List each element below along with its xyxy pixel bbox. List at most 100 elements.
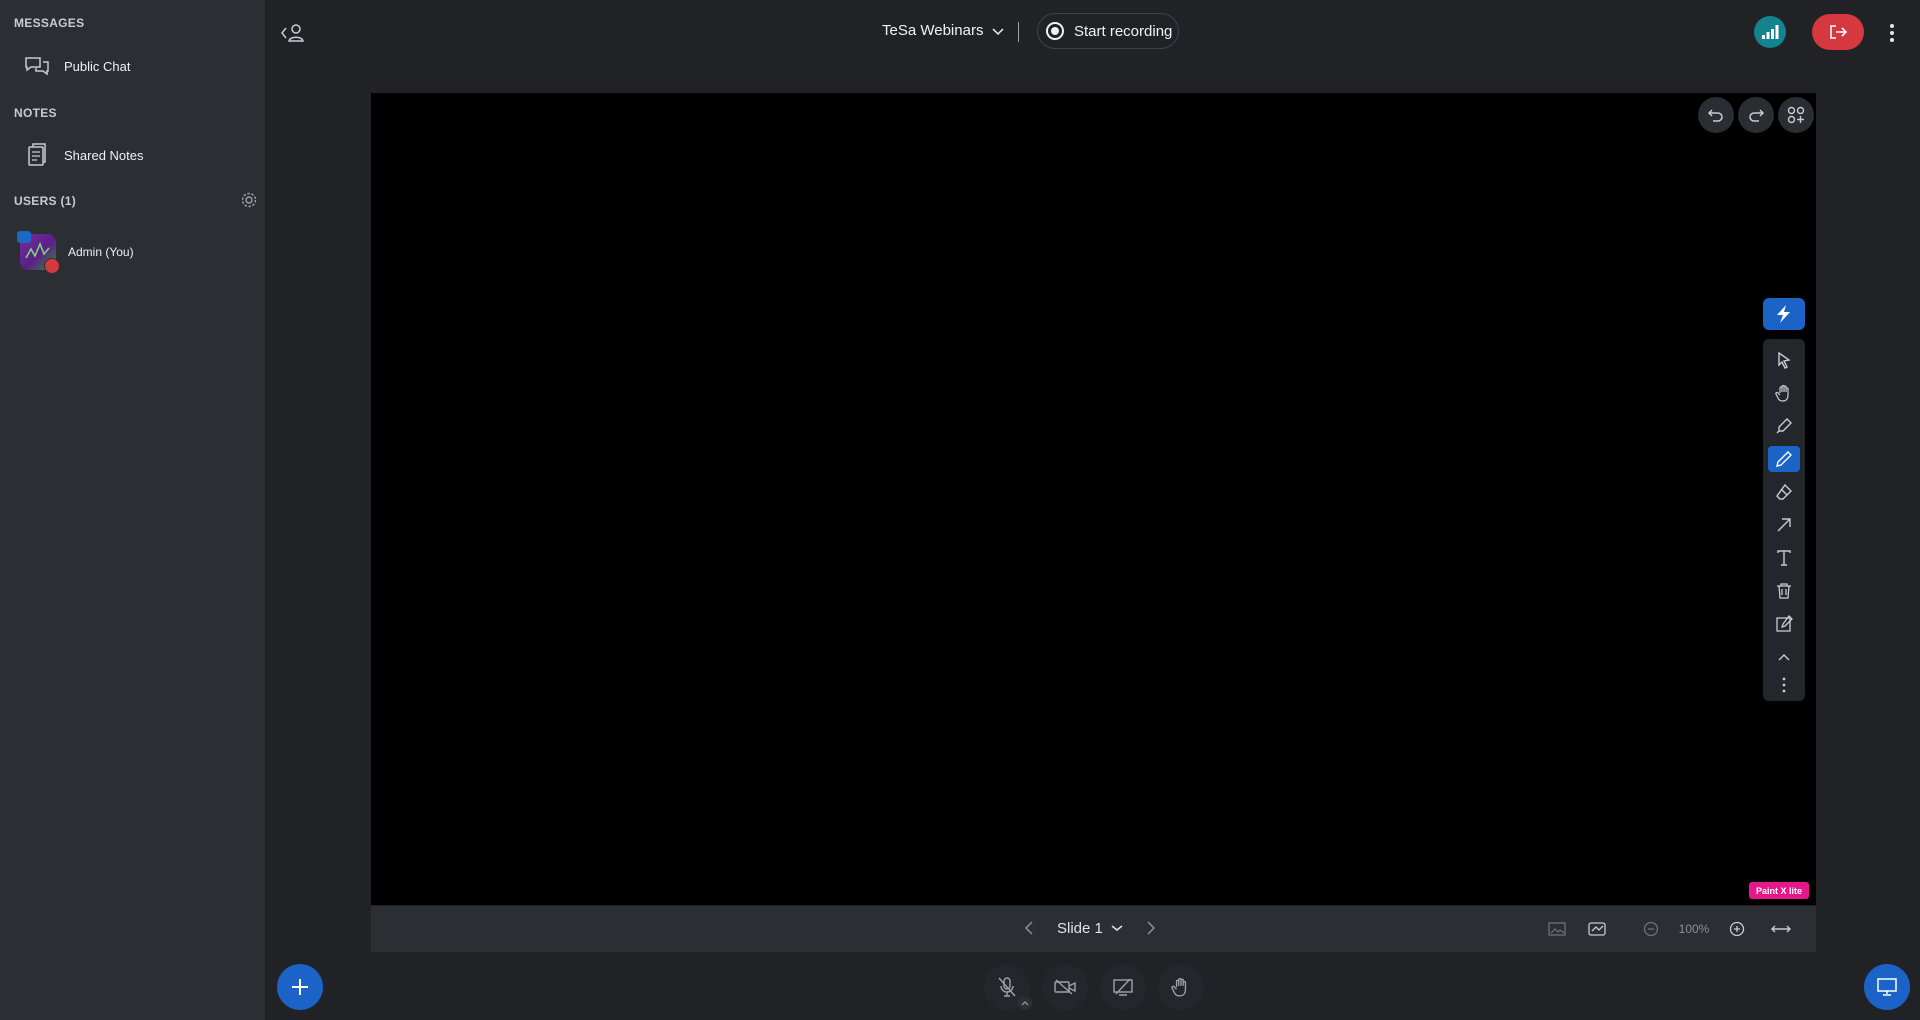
public-chat-label: Public Chat [64, 58, 131, 74]
zoom-out-button[interactable] [1636, 914, 1666, 944]
avatar [17, 231, 60, 274]
delete-tool[interactable] [1768, 578, 1800, 604]
toolbar-more-button[interactable] [1768, 672, 1800, 698]
drawing-toolbar [1763, 339, 1805, 701]
chevron-left-icon [1024, 921, 1033, 935]
chevron-down-icon [991, 26, 1005, 36]
raise-hand-button[interactable] [1158, 964, 1204, 1010]
apps-button[interactable] [1778, 97, 1814, 133]
redo-button[interactable] [1738, 97, 1774, 133]
eraser-icon [1776, 483, 1792, 500]
history-controls [1698, 97, 1814, 133]
next-slide-button[interactable] [1141, 914, 1161, 942]
chevron-right-icon [1147, 921, 1155, 935]
trash-icon [1777, 583, 1791, 599]
camera-off-icon [1054, 979, 1076, 995]
hand-icon [1775, 384, 1789, 402]
kebab-icon [1890, 24, 1894, 42]
view-controls: 100% [1542, 914, 1796, 944]
toggle-userlist-button[interactable] [280, 22, 306, 44]
chat-icon [14, 54, 60, 78]
fit-width-button[interactable] [1766, 914, 1796, 944]
edit-tool[interactable] [1768, 611, 1800, 637]
lightning-pencil-icon [1777, 305, 1790, 323]
more-options-button[interactable] [1882, 20, 1902, 46]
pointer-icon [1778, 351, 1791, 369]
eraser-tool[interactable] [1768, 479, 1800, 505]
zoom-out-icon [1643, 921, 1659, 937]
muted-mic-icon [44, 258, 60, 274]
plus-icon [292, 979, 308, 995]
pencil-icon [1776, 451, 1792, 467]
actions-button[interactable] [277, 964, 323, 1010]
users-section-title: USERS (1) [14, 194, 77, 208]
redo-icon [1749, 109, 1765, 122]
kebab-icon [1782, 677, 1786, 693]
shared-notes-label: Shared Notes [64, 147, 144, 163]
mic-off-icon [998, 977, 1016, 997]
collapse-toolbar-button[interactable] [1768, 644, 1800, 670]
slide-navigation: Slide 1 [1019, 914, 1161, 942]
camera-toggle-button[interactable] [1042, 964, 1088, 1010]
presentation-icon [1877, 978, 1897, 996]
user-list-item[interactable]: Admin (You) [14, 230, 254, 274]
zoom-level: 100% [1678, 922, 1710, 936]
fit-width-icon [1771, 925, 1791, 933]
start-recording-button[interactable]: Start recording [1037, 13, 1179, 49]
tools-toggle-button[interactable] [1763, 298, 1805, 330]
pan-tool[interactable] [1768, 380, 1800, 406]
pencil-tool[interactable] [1768, 446, 1800, 472]
undo-icon [1707, 109, 1723, 122]
arrow-icon [1777, 518, 1791, 532]
presentation-controls: Slide 1 100% [371, 906, 1816, 952]
audio-options-caret[interactable] [1018, 996, 1032, 1010]
presenter-icon [17, 231, 31, 243]
signal-bars-icon [1762, 25, 1779, 39]
meeting-title[interactable]: TeSa Webinars [882, 22, 1005, 39]
slide-selector[interactable]: Slide 1 [1057, 920, 1123, 937]
record-icon [1046, 22, 1064, 40]
undo-button[interactable] [1698, 97, 1734, 133]
select-tool[interactable] [1768, 347, 1800, 373]
text-tool[interactable] [1768, 545, 1800, 571]
slide-label: Slide 1 [1057, 919, 1103, 937]
image-icon [1548, 922, 1566, 936]
screenshare-off-icon [1113, 978, 1133, 996]
zoom-in-button[interactable] [1722, 914, 1752, 944]
previous-slide-button[interactable] [1019, 914, 1039, 942]
shared-notes-item[interactable]: Shared Notes [14, 135, 254, 175]
highlighter-tool[interactable] [1768, 413, 1800, 439]
marker-icon [1776, 418, 1792, 434]
grid-plus-icon [1787, 106, 1805, 124]
paint-x-lite-badge[interactable]: Paint X lite [1749, 882, 1809, 899]
leave-meeting-button[interactable] [1812, 14, 1864, 50]
arrow-tool[interactable] [1768, 512, 1800, 538]
presentation-toggle-button[interactable] [1864, 964, 1910, 1010]
chevron-down-icon [1111, 925, 1123, 931]
gear-icon[interactable] [240, 191, 258, 209]
text-icon [1777, 550, 1791, 566]
notes-section-title: NOTES [14, 106, 57, 120]
whiteboard-canvas[interactable]: Paint X lite [371, 93, 1816, 905]
connection-status-button[interactable] [1754, 16, 1786, 48]
sidebar: MESSAGES Public Chat NOTES Shared Notes … [0, 0, 266, 1020]
user-name: Admin (You) [68, 245, 134, 259]
chevron-up-icon [1021, 1001, 1029, 1006]
mic-toggle-button[interactable] [984, 964, 1032, 1010]
divider [1018, 22, 1019, 42]
meeting-title-label: TeSa Webinars [882, 22, 984, 39]
record-label: Start recording [1074, 22, 1173, 40]
messages-section-title: MESSAGES [14, 16, 85, 30]
logout-icon [1830, 25, 1848, 39]
chart-board-icon [1588, 922, 1606, 936]
media-controls [984, 964, 1204, 1010]
zoom-in-icon [1729, 921, 1745, 937]
notes-icon [14, 141, 60, 169]
chevron-up-icon [1778, 654, 1790, 661]
edit-box-icon [1776, 615, 1793, 632]
screenshare-toggle-button[interactable] [1100, 964, 1146, 1010]
hand-icon [1171, 978, 1187, 997]
whiteboard-toggle-button[interactable] [1582, 914, 1612, 944]
snapshot-button[interactable] [1542, 914, 1572, 944]
public-chat-item[interactable]: Public Chat [14, 46, 254, 86]
